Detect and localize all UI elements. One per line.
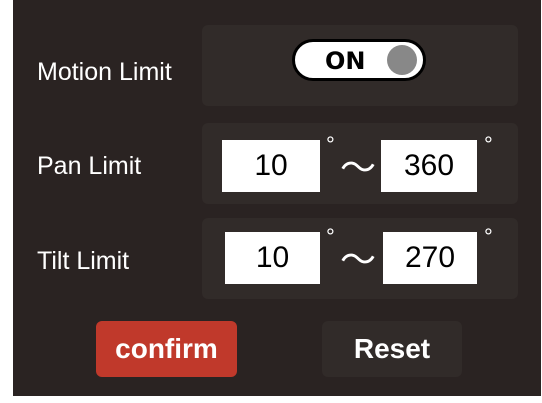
motion-limit-label: Motion Limit [37, 58, 172, 86]
tilt-max-degree: ° [484, 224, 493, 249]
pan-min-degree: ° [326, 132, 335, 157]
tilt-limit-label: Tilt Limit [37, 247, 130, 275]
toggle-state-label: ON [325, 47, 366, 75]
tilt-range-separator: ～ [340, 239, 377, 280]
pan-max-degree: ° [484, 132, 493, 157]
pan-range-separator: ～ [340, 147, 377, 188]
reset-button[interactable]: Reset [322, 321, 462, 377]
tilt-max-input[interactable] [383, 232, 477, 284]
pan-limit-label: Pan Limit [37, 152, 142, 180]
pan-max-input[interactable] [381, 140, 477, 192]
toggle-knob [387, 45, 417, 75]
tilt-min-degree: ° [326, 224, 335, 249]
confirm-button[interactable]: confirm [96, 321, 237, 377]
pan-min-input[interactable] [222, 140, 320, 192]
tilt-min-input[interactable] [225, 232, 320, 284]
motion-limit-toggle[interactable]: ON [292, 39, 426, 81]
